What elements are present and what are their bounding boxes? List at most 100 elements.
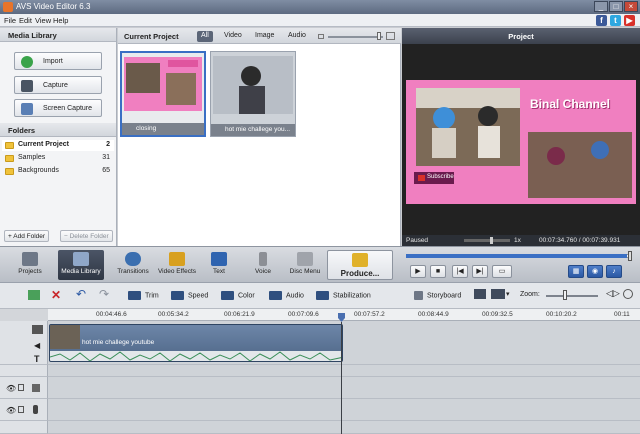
snapshot-button[interactable]: ◉ <box>587 265 603 278</box>
folder-icon <box>5 142 14 149</box>
eye-icon[interactable]: 👁 <box>6 406 16 415</box>
current-project-panel: Current Project All Video Image Audio cl… <box>118 28 401 246</box>
split-screen-button[interactable]: ▦ <box>568 265 584 278</box>
speed-slider[interactable] <box>464 239 510 242</box>
menu-file[interactable]: File <box>4 16 16 25</box>
transitions-label: Transitions <box>117 268 149 275</box>
import-button[interactable]: Import <box>14 52 102 70</box>
next-frame-button[interactable]: ▶| <box>472 265 488 278</box>
speed-icon <box>171 291 184 300</box>
capture-button[interactable]: Capture <box>14 76 102 94</box>
timeline-clip[interactable]: hot mie challege youtube <box>49 324 343 362</box>
filter-video-tab[interactable]: Video <box>220 31 246 42</box>
small-thumb-icon <box>318 34 324 39</box>
fit-timeline-icon[interactable]: ◁▷ <box>606 288 620 299</box>
folder-samples[interactable]: Samples 31 <box>2 153 114 164</box>
redo-icon[interactable]: ↷ <box>99 287 109 301</box>
text-button[interactable]: Text <box>196 250 242 280</box>
stabilization-icon <box>316 291 329 300</box>
zoom-slider[interactable] <box>546 295 598 297</box>
lock-icon[interactable] <box>18 406 24 413</box>
zoom-handle[interactable] <box>563 290 567 300</box>
microphone-icon <box>259 252 267 266</box>
produce-button[interactable]: Produce... <box>327 250 393 280</box>
add-folder-button[interactable]: + Add Folder <box>4 230 50 242</box>
menu-help[interactable]: Help <box>53 16 68 25</box>
previous-frame-button[interactable]: |◀ <box>452 265 468 278</box>
speaker-icon[interactable]: ◀ <box>34 341 40 350</box>
playback-controls: ▶ ■ |◀ ▶| ▭ ▦ ◉ ♪ <box>400 246 640 282</box>
play-button[interactable]: ▶ <box>410 265 426 278</box>
color-tool[interactable]: Color <box>221 291 255 300</box>
lock-icon[interactable] <box>18 384 24 391</box>
folder-label: Samples <box>18 154 46 161</box>
undo-icon[interactable]: ↶ <box>76 287 86 301</box>
minimize-button[interactable]: _ <box>594 1 608 12</box>
eye-icon[interactable]: 👁 <box>6 384 16 393</box>
menu-edit[interactable]: Edit <box>19 16 32 25</box>
media-clip-closing[interactable]: closing <box>120 51 206 137</box>
video-effects-button[interactable]: Video Effects <box>154 250 200 280</box>
video-track-icon <box>32 325 43 334</box>
produce-icon <box>352 253 368 267</box>
facebook-icon[interactable]: f <box>596 15 607 26</box>
folder-count: 31 <box>102 154 110 161</box>
volume-button[interactable]: ♪ <box>606 265 622 278</box>
transitions-button[interactable]: Transitions <box>110 250 156 280</box>
twitter-icon[interactable]: t <box>610 15 621 26</box>
folder-current-project[interactable]: Current Project 2 <box>2 140 114 151</box>
plus-icon <box>21 56 33 68</box>
media-library-label: Media Library <box>61 268 101 275</box>
produce-label: Produce... <box>340 269 380 278</box>
projects-button[interactable]: Projects <box>7 250 53 280</box>
filter-image-tab[interactable]: Image <box>251 31 278 42</box>
video-track-header: ◀ T <box>0 321 48 365</box>
storyboard-label: Storyboard <box>427 292 462 300</box>
speed-tool[interactable]: Speed <box>171 291 208 300</box>
maximize-button[interactable]: □ <box>609 1 623 12</box>
voice-button[interactable]: Voice <box>240 250 286 280</box>
disc-menu-button[interactable]: Disc Menu <box>282 250 328 280</box>
projects-icon <box>22 252 38 266</box>
timeline-options-icon[interactable] <box>623 289 633 299</box>
menu-view[interactable]: View <box>35 16 51 25</box>
delete-icon[interactable]: ✕ <box>51 288 61 302</box>
stop-button[interactable]: ■ <box>430 265 446 278</box>
delete-folder-button[interactable]: − Delete Folder <box>60 230 113 242</box>
effects-track-header: 👁 <box>0 377 48 399</box>
timeline-settings-icon[interactable] <box>474 289 486 299</box>
media-clip-hot-mie[interactable]: hot mie challege you... <box>210 51 296 137</box>
speed-label: Speed <box>188 292 209 300</box>
app-icon <box>3 2 13 12</box>
monitor-view-icon[interactable] <box>491 289 505 299</box>
time-tick: 00:07:09.6 <box>288 311 319 318</box>
clip-thumbnail <box>122 53 204 121</box>
filter-audio-tab[interactable]: Audio <box>284 31 310 42</box>
seek-handle[interactable] <box>628 251 632 261</box>
view-dropdown-icon[interactable]: ▾ <box>506 290 510 298</box>
text-track-header <box>0 365 48 377</box>
thumb-size-handle[interactable] <box>377 32 381 40</box>
fullscreen-preview-button[interactable]: ▭ <box>492 265 512 278</box>
speed-value: 1x <box>514 237 521 244</box>
trim-tool[interactable]: Trim <box>128 291 159 300</box>
screen-capture-button[interactable]: Screen Capture <box>14 99 102 117</box>
time-tick: 00:10:20.2 <box>546 311 577 318</box>
folder-backgrounds[interactable]: Backgrounds 65 <box>2 166 114 177</box>
youtube-icon[interactable]: ▶ <box>624 15 635 26</box>
channel-name-overlay: Binal Channel <box>530 97 611 111</box>
stabilization-tool[interactable]: Stabilization <box>316 291 371 300</box>
transitions-icon <box>125 252 141 266</box>
media-library-button[interactable]: Media Library <box>58 250 104 280</box>
audio-tool[interactable]: Audio <box>269 291 304 300</box>
filter-all-tab[interactable]: All <box>197 31 213 42</box>
add-to-timeline-icon[interactable] <box>28 290 40 300</box>
speed-handle[interactable] <box>490 237 493 244</box>
time-readout: 00:07:34.760 / 00:07:39.931 <box>539 237 621 244</box>
monitor-icon <box>21 103 33 115</box>
close-button[interactable]: × <box>624 1 638 12</box>
import-label: Import <box>43 58 63 65</box>
storyboard-toggle[interactable]: Storyboard <box>414 291 461 300</box>
playhead[interactable] <box>338 313 345 434</box>
thumb-size-slider[interactable] <box>328 36 383 38</box>
